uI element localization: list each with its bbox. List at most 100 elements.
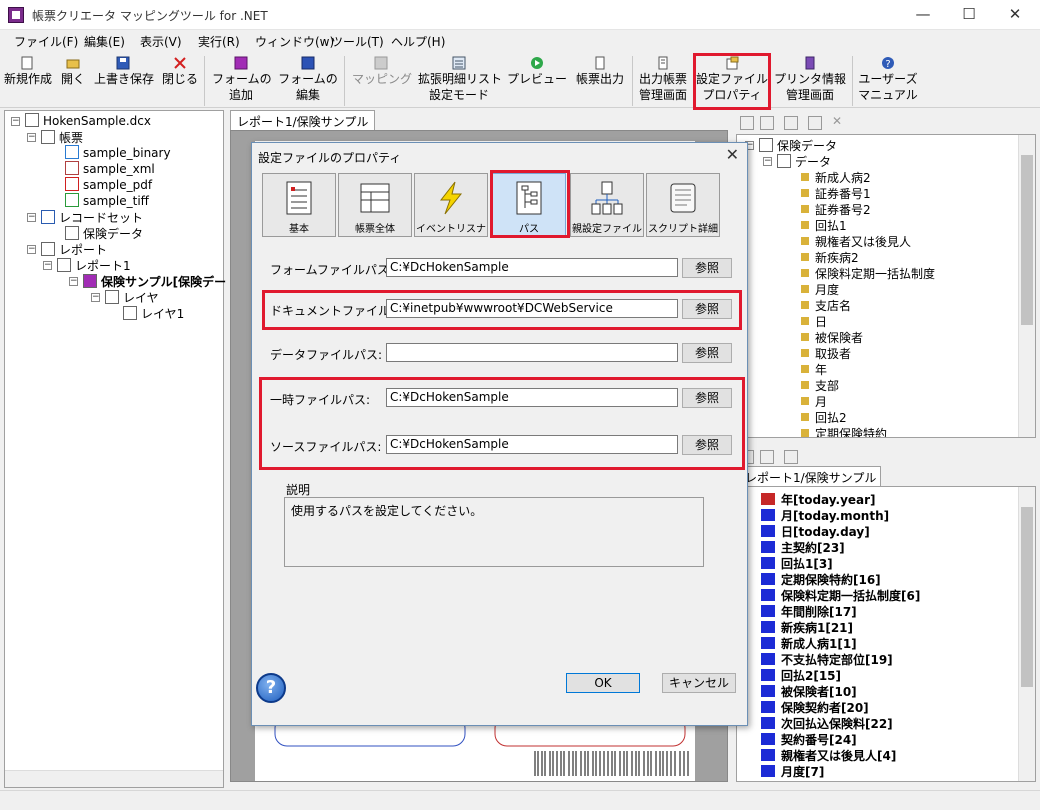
tree-expander[interactable]: −: [91, 293, 100, 302]
data-child[interactable]: データ: [777, 153, 831, 170]
tree-item-report1[interactable]: レポート1: [57, 257, 131, 274]
data-field[interactable]: 月度: [801, 281, 839, 298]
data-field[interactable]: 支部: [801, 377, 839, 394]
add-form-button[interactable]: フォームの 追加: [212, 54, 272, 103]
vertical-scrollbar[interactable]: [1018, 135, 1035, 437]
data-field[interactable]: 回払1: [801, 217, 847, 234]
tree-item-sample-xml[interactable]: sample_xml: [65, 161, 155, 176]
field-item[interactable]: 新成人病1[1]: [761, 635, 857, 652]
edit-form-button[interactable]: フォームの 編集: [278, 54, 338, 103]
menu-edit[interactable]: 編集(E): [84, 33, 125, 50]
minimize-button[interactable]: —: [900, 0, 946, 30]
data-field[interactable]: 新成人病2: [801, 169, 871, 186]
field-item[interactable]: 新疾病1[21]: [761, 619, 853, 636]
copy-icon[interactable]: [760, 116, 774, 130]
dialog-close-button[interactable]: ✕: [726, 145, 739, 164]
data-file-path-browse-button[interactable]: 参照: [682, 343, 732, 363]
open-button[interactable]: 開く: [58, 54, 88, 87]
tree-expander[interactable]: −: [27, 245, 36, 254]
tree-item-sample-binary[interactable]: sample_binary: [65, 145, 171, 160]
field-list-icon[interactable]: [784, 450, 798, 464]
new-item-icon[interactable]: [740, 116, 754, 130]
data-field[interactable]: 月: [801, 393, 827, 410]
tab-fields[interactable]: レポート1/保険サンプル: [740, 466, 882, 486]
scroll-thumb[interactable]: [1021, 155, 1033, 325]
output-button[interactable]: 帳票出力: [574, 54, 626, 87]
data-file-path-input[interactable]: [386, 343, 678, 362]
field-item[interactable]: 年[today.year]: [761, 491, 876, 508]
field-item[interactable]: 月度[7]: [761, 763, 824, 780]
close-button[interactable]: 閉じる: [162, 54, 198, 87]
tree-expander[interactable]: −: [763, 157, 772, 166]
tree-item-sample-pdf[interactable]: sample_pdf: [65, 177, 152, 192]
data-field[interactable]: 証券番号1: [801, 185, 871, 202]
horizontal-scrollbar[interactable]: [5, 770, 223, 787]
field-item[interactable]: 被保険者[10]: [761, 683, 857, 700]
tab-script-detail[interactable]: スクリプト詳細: [646, 173, 720, 237]
list-mode-button[interactable]: 拡張明細リスト 設定モード: [418, 54, 502, 103]
data-field[interactable]: 定期保険特約: [801, 425, 887, 437]
field-item[interactable]: 不支払特定部位[19]: [761, 651, 893, 668]
field-item[interactable]: 月[today.month]: [761, 507, 889, 524]
tree-item-recordset[interactable]: レコードセット: [41, 209, 143, 226]
tab-event-listener[interactable]: イベントリスナ: [414, 173, 488, 237]
tab-report1-insurance-sample[interactable]: レポート1/保険サンプル: [230, 110, 376, 130]
scroll-thumb[interactable]: [1021, 507, 1033, 687]
tree-item-layer[interactable]: レイヤ: [105, 289, 159, 306]
tree-item-project[interactable]: HokenSample.dcx: [25, 113, 151, 128]
preview-button[interactable]: プレビュー: [506, 54, 568, 87]
save-button[interactable]: 上書き保存: [94, 54, 154, 87]
tree-item-reports[interactable]: レポート: [41, 241, 107, 258]
menu-run[interactable]: 実行(R): [198, 33, 240, 50]
menu-view[interactable]: 表示(V): [140, 33, 182, 50]
cancel-button[interactable]: キャンセル: [662, 673, 736, 693]
dialog-help-button[interactable]: ?: [256, 673, 286, 703]
delete-icon[interactable]: ✕: [832, 114, 842, 128]
menu-tools[interactable]: ツール(T): [331, 33, 384, 50]
data-root[interactable]: 保険データ: [759, 137, 837, 154]
tree-expander[interactable]: −: [69, 277, 78, 286]
field-item[interactable]: 回払2[15]: [761, 667, 841, 684]
data-field[interactable]: 支店名: [801, 297, 851, 314]
tab-parent-settings[interactable]: 親設定ファイル: [570, 173, 644, 237]
tree-expander[interactable]: −: [43, 261, 52, 270]
menu-file[interactable]: ファイル(F): [14, 33, 78, 50]
tree-item-forms[interactable]: 帳票: [41, 129, 83, 146]
user-manual-button[interactable]: ? ユーザーズ マニュアル: [858, 54, 918, 103]
field-item[interactable]: 契約番号[24]: [761, 731, 857, 748]
save-icon[interactable]: [808, 116, 822, 130]
data-field[interactable]: 日: [801, 313, 827, 330]
tree-expander[interactable]: −: [27, 133, 36, 142]
field-item[interactable]: 回払1[3]: [761, 555, 833, 572]
field-item[interactable]: 主契約[23]: [761, 539, 845, 556]
tree-item-layer1[interactable]: レイヤ1: [123, 305, 184, 322]
data-field[interactable]: 取扱者: [801, 345, 851, 362]
printer-info-button[interactable]: プリンタ情報 管理画面: [774, 54, 846, 103]
form-file-path-browse-button[interactable]: 参照: [682, 258, 732, 278]
tree-item-insurance-data[interactable]: 保険データ: [65, 225, 143, 242]
menu-window[interactable]: ウィンドウ(w): [255, 33, 334, 50]
form-file-path-input[interactable]: C:¥DcHokenSample: [386, 258, 678, 277]
data-field[interactable]: 新疾病2: [801, 249, 859, 266]
data-field[interactable]: 回払2: [801, 409, 847, 426]
field-item[interactable]: 親権者又は後見人[4]: [761, 747, 896, 764]
menu-help[interactable]: ヘルプ(H): [391, 33, 445, 50]
data-field[interactable]: 親権者又は後見人: [801, 233, 911, 250]
close-window-button[interactable]: ✕: [992, 0, 1038, 30]
field-item[interactable]: 次回払込保険料[22]: [761, 715, 893, 732]
field-item[interactable]: 定期保険特約[16]: [761, 571, 881, 588]
edit-icon[interactable]: [784, 116, 798, 130]
field-item[interactable]: 年間削除[17]: [761, 603, 857, 620]
tree-expander[interactable]: −: [11, 117, 20, 126]
tab-whole-form[interactable]: 帳票全体: [338, 173, 412, 237]
new-button[interactable]: 新規作成: [4, 54, 52, 87]
data-field[interactable]: 保険料定期一括払制度: [801, 265, 935, 282]
tree-item-insurance-sample[interactable]: 保険サンプル[保険デー: [83, 273, 226, 290]
properties-icon[interactable]: [760, 450, 774, 464]
data-field[interactable]: 年: [801, 361, 827, 378]
tab-basic[interactable]: 基本: [262, 173, 336, 237]
field-item[interactable]: 保険契約者[20]: [761, 699, 869, 716]
field-item[interactable]: 日[today.day]: [761, 523, 870, 540]
data-field[interactable]: 証券番号2: [801, 201, 871, 218]
output-manage-button[interactable]: 出力帳票 管理画面: [636, 54, 690, 103]
